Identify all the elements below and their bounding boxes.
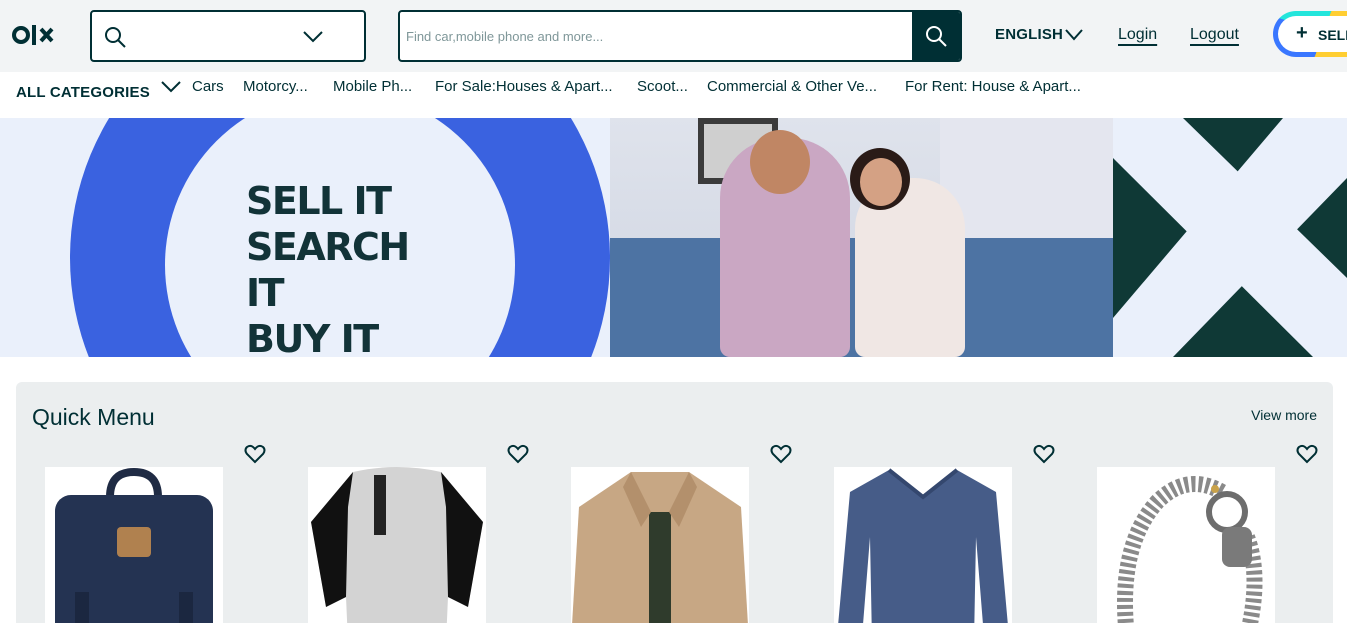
- chevron-down-icon[interactable]: [302, 29, 324, 45]
- search-button[interactable]: [912, 12, 960, 60]
- favorite-heart-icon[interactable]: [507, 444, 529, 464]
- chevron-down-icon[interactable]: [160, 80, 182, 94]
- banner-slogan: SELL IT SEARCH IT BUY IT: [246, 178, 446, 357]
- language-selector[interactable]: ENGLISH: [995, 26, 1063, 43]
- search-input[interactable]: [400, 12, 912, 60]
- backpack-image: [55, 467, 213, 623]
- product-card-shirt[interactable]: [308, 467, 486, 623]
- category-link-houses-for-sale[interactable]: For Sale:Houses & Apart...: [435, 78, 613, 95]
- photo-woman-face: [860, 158, 902, 206]
- all-categories-button[interactable]: ALL CATEGORIES: [16, 84, 150, 101]
- category-link-commercial-vehicles[interactable]: Commercial & Other Ve...: [707, 78, 877, 95]
- photo-wall: [940, 118, 1113, 238]
- category-link-cars[interactable]: Cars: [192, 78, 224, 95]
- sell-button[interactable]: + SELL: [1273, 11, 1347, 57]
- category-link-mobile-phones[interactable]: Mobile Ph...: [333, 78, 412, 95]
- quick-menu-title: Quick Menu: [32, 404, 155, 430]
- chevron-down-icon[interactable]: [1064, 28, 1084, 42]
- olx-logo[interactable]: [12, 20, 58, 50]
- hero-banner[interactable]: SELL IT SEARCH IT BUY IT: [0, 118, 1347, 357]
- location-selector[interactable]: [90, 10, 366, 62]
- jacket-image: [572, 472, 748, 623]
- view-more-link[interactable]: View more: [1251, 407, 1317, 423]
- photo-man-head: [750, 130, 810, 194]
- category-link-houses-for-rent[interactable]: For Rent: House & Apart...: [905, 78, 1081, 95]
- login-link[interactable]: Login: [1118, 26, 1157, 44]
- category-link-scooters[interactable]: Scoot...: [637, 78, 688, 95]
- product-card-bracelet[interactable]: [1097, 467, 1275, 623]
- sell-label: SELL: [1318, 27, 1347, 43]
- shirt-image: [311, 467, 483, 623]
- bracelet-image: [1117, 476, 1263, 623]
- category-link-motorcycles[interactable]: Motorcy...: [243, 78, 308, 95]
- logout-link[interactable]: Logout: [1190, 26, 1239, 44]
- favorite-heart-icon[interactable]: [244, 444, 266, 464]
- top-header: ENGLISH Login Logout + SELL: [0, 0, 1347, 72]
- sweater-image: [838, 468, 1008, 623]
- slogan-line: SELL IT: [246, 179, 392, 223]
- plus-icon: +: [1296, 22, 1308, 44]
- favorite-heart-icon[interactable]: [1296, 444, 1318, 464]
- banner-photo: [610, 118, 1113, 357]
- category-bar: ALL CATEGORIES Cars Motorcy... Mobile Ph…: [0, 72, 1347, 118]
- product-card-backpack[interactable]: [45, 467, 223, 623]
- slogan-line: BUY IT: [246, 317, 379, 357]
- product-card-sweater[interactable]: [834, 467, 1012, 623]
- search-bar: [398, 10, 962, 62]
- slogan-line: SEARCH IT: [246, 225, 410, 315]
- search-icon: [105, 27, 126, 48]
- banner-x-graphic: [1113, 118, 1347, 357]
- favorite-heart-icon[interactable]: [1033, 444, 1055, 464]
- search-icon: [926, 26, 947, 47]
- quick-menu-panel: Quick Menu View more: [16, 382, 1333, 623]
- x-shape-icon: [1113, 118, 1347, 357]
- product-card-jacket[interactable]: [571, 467, 749, 623]
- favorite-heart-icon[interactable]: [770, 444, 792, 464]
